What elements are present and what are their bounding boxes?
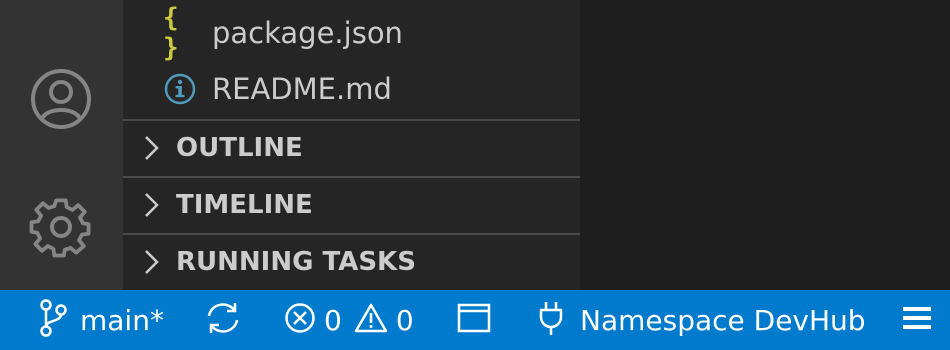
section-outline[interactable]: OUTLINE [123, 119, 580, 175]
section-label: RUNNING TASKS [176, 247, 416, 277]
menu-button[interactable] [902, 290, 932, 350]
file-item-readme[interactable]: README.md [123, 61, 580, 117]
hamburger-icon [902, 304, 932, 336]
chevron-right-icon [141, 248, 163, 276]
vscode-window: { } package.json README.md OUTLINE TIMEL… [0, 0, 950, 350]
sync-button[interactable] [204, 290, 242, 350]
file-label: README.md [212, 72, 392, 106]
account-icon [29, 67, 93, 135]
info-icon [163, 72, 197, 106]
remote-label: Namespace DevHub [580, 303, 866, 337]
file-item-package-json[interactable]: { } package.json [123, 3, 580, 63]
sync-icon [204, 300, 242, 340]
git-branch-status[interactable]: main* [38, 290, 164, 350]
error-icon [284, 302, 316, 338]
gear-icon [28, 194, 94, 264]
section-label: TIMELINE [176, 190, 313, 220]
branch-name: main* [80, 303, 164, 337]
toggle-panel-button[interactable] [456, 290, 492, 350]
plug-icon [538, 299, 564, 341]
manage-button[interactable] [24, 192, 98, 266]
warning-count: 0 [395, 303, 414, 337]
chevron-right-icon [141, 191, 163, 219]
panel-layout-icon [456, 302, 492, 338]
chevron-right-icon [141, 134, 163, 162]
error-count: 0 [324, 303, 342, 337]
accounts-button[interactable] [24, 64, 98, 138]
file-label: package.json [212, 16, 403, 50]
remote-connection-status[interactable]: Namespace DevHub [538, 290, 866, 350]
section-running-tasks[interactable]: RUNNING TASKS [123, 233, 580, 289]
status-bar: main* 0 0 Namespace DevHub [0, 290, 950, 350]
json-braces-icon: { } [163, 3, 181, 63]
warning-icon [354, 302, 388, 338]
section-label: OUTLINE [176, 133, 303, 163]
problems-status[interactable]: 0 0 [284, 290, 426, 350]
git-branch-icon [38, 298, 68, 342]
activity-bar [0, 0, 123, 290]
section-timeline[interactable]: TIMELINE [123, 176, 580, 232]
explorer-sidebar: { } package.json README.md OUTLINE TIMEL… [123, 0, 580, 290]
editor-area [580, 0, 950, 290]
